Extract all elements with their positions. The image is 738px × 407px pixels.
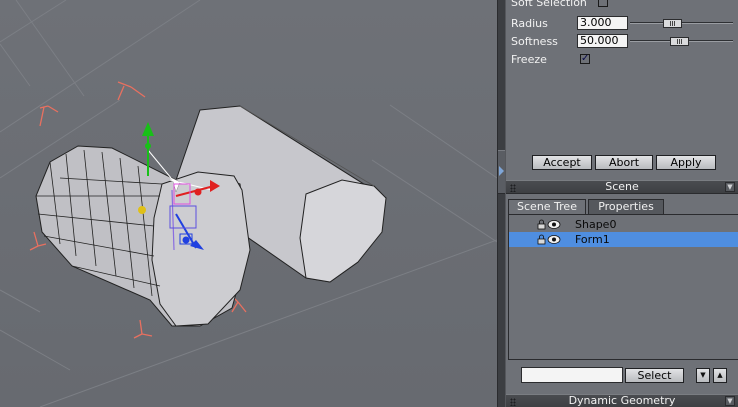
lock-icon: [537, 234, 546, 245]
chevron-down-icon[interactable]: ▼: [725, 182, 735, 192]
dynamic-geometry-title: Dynamic Geometry: [568, 394, 676, 407]
tree-item-label: Form1: [575, 233, 610, 246]
radius-slider-thumb[interactable]: [663, 19, 682, 28]
app-window: Soft Selection Radius 3.000 Softness 50.…: [0, 0, 738, 407]
eye-icon: [547, 220, 561, 229]
apply-button[interactable]: Apply: [656, 155, 716, 170]
softness-slider-thumb[interactable]: [670, 37, 689, 46]
tab-scene-tree[interactable]: Scene Tree: [508, 199, 586, 214]
freeze-label: Freeze: [511, 53, 547, 66]
soft-selection-label: Soft Selection: [511, 0, 587, 9]
abort-button[interactable]: Abort: [595, 155, 653, 170]
panel-splitter[interactable]: [497, 0, 506, 407]
radius-field[interactable]: 3.000: [577, 16, 628, 30]
lock-eye-icons[interactable]: [537, 234, 561, 245]
scene-tree[interactable]: Shape0 Form1: [508, 214, 738, 360]
scene-section-title: Scene: [605, 180, 639, 193]
properties-panel: Soft Selection Radius 3.000 Softness 50.…: [506, 0, 738, 407]
lock-eye-icons[interactable]: [537, 219, 561, 230]
select-input[interactable]: [521, 367, 623, 383]
tree-item-form1[interactable]: Form1: [509, 232, 738, 247]
softness-field[interactable]: 50.000: [577, 34, 628, 48]
splitter-arrow-icon[interactable]: [499, 166, 504, 176]
soft-selection-checkbox[interactable]: [598, 0, 608, 7]
grip-icon: [510, 184, 516, 192]
tree-item-shape0[interactable]: Shape0: [509, 217, 738, 232]
move-up-button[interactable]: ▲: [713, 368, 727, 383]
tree-item-label: Shape0: [575, 218, 617, 231]
eye-icon: [547, 235, 561, 244]
viewport-scene[interactable]: [0, 0, 497, 407]
accept-button[interactable]: Accept: [532, 155, 592, 170]
lock-icon: [537, 219, 546, 230]
3d-viewport[interactable]: [0, 0, 497, 407]
move-down-button[interactable]: ▼: [696, 368, 710, 383]
tab-properties[interactable]: Properties: [588, 199, 664, 214]
dynamic-geometry-section-header[interactable]: Dynamic Geometry ▼: [506, 394, 738, 407]
select-button[interactable]: Select: [625, 368, 684, 383]
grip-icon: [510, 398, 516, 406]
freeze-checkbox[interactable]: ✓: [580, 54, 590, 64]
scene-section-header[interactable]: Scene ▼: [506, 180, 738, 194]
chevron-down-icon[interactable]: ▼: [725, 396, 735, 406]
radius-label: Radius: [511, 17, 548, 30]
softness-label: Softness: [511, 35, 558, 48]
